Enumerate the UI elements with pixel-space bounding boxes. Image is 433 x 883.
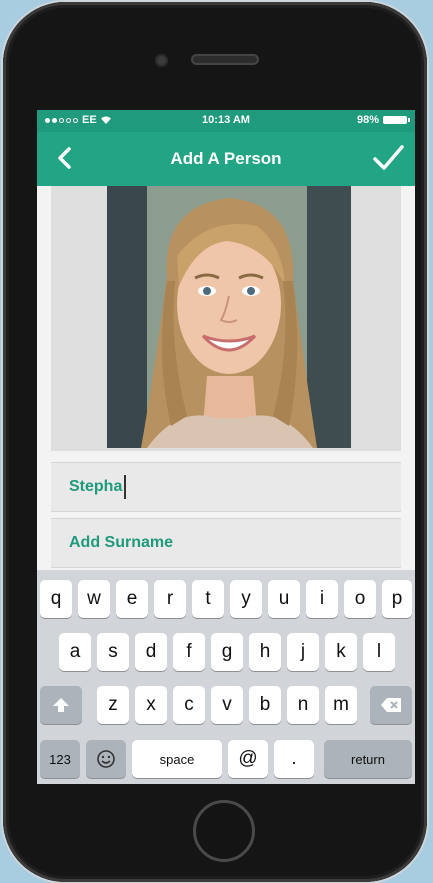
at-key[interactable]: @ bbox=[228, 740, 268, 778]
battery-percent: 98% bbox=[356, 114, 379, 126]
key-o[interactable]: o bbox=[344, 580, 376, 618]
key-y[interactable]: y bbox=[230, 580, 262, 618]
checkmark-icon[interactable] bbox=[371, 142, 405, 174]
key-k[interactable]: k bbox=[325, 633, 357, 671]
key-d[interactable]: d bbox=[135, 633, 167, 671]
key-m[interactable]: m bbox=[325, 686, 357, 724]
phone-device: EE 10:13 AM 98% Add A Person Stepha Add … bbox=[3, 2, 427, 882]
key-f[interactable]: f bbox=[173, 633, 205, 671]
emoji-key[interactable] bbox=[86, 740, 126, 778]
first-name-value: Stepha bbox=[69, 478, 123, 495]
status-right: 98% bbox=[356, 114, 410, 126]
key-n[interactable]: n bbox=[287, 686, 319, 724]
key-r[interactable]: r bbox=[154, 580, 186, 618]
key-e[interactable]: e bbox=[116, 580, 148, 618]
home-button[interactable] bbox=[193, 800, 255, 862]
period-key[interactable]: . bbox=[274, 740, 314, 778]
photo-container bbox=[51, 186, 401, 451]
key-z[interactable]: z bbox=[97, 686, 129, 724]
key-p[interactable]: p bbox=[382, 580, 412, 618]
key-g[interactable]: g bbox=[211, 633, 243, 671]
emoji-smiley-icon bbox=[97, 750, 115, 768]
text-cursor bbox=[124, 475, 127, 499]
key-v[interactable]: v bbox=[211, 686, 243, 724]
key-w[interactable]: w bbox=[78, 580, 110, 618]
key-i[interactable]: i bbox=[306, 580, 338, 618]
navigation-bar: Add A Person bbox=[37, 132, 415, 186]
person-portrait-illustration bbox=[107, 186, 351, 448]
backspace-key[interactable] bbox=[370, 686, 412, 724]
return-key[interactable]: return bbox=[324, 740, 412, 778]
key-u[interactable]: u bbox=[268, 580, 300, 618]
shift-key[interactable] bbox=[40, 686, 82, 724]
surname-field[interactable]: Add Surname bbox=[51, 518, 401, 568]
person-photo[interactable] bbox=[107, 186, 351, 448]
key-t[interactable]: t bbox=[192, 580, 224, 618]
key-l[interactable]: l bbox=[363, 633, 395, 671]
key-a[interactable]: a bbox=[59, 633, 91, 671]
key-q[interactable]: q bbox=[40, 580, 72, 618]
backspace-icon bbox=[381, 698, 401, 712]
numbers-key[interactable]: 123 bbox=[40, 740, 80, 778]
surname-placeholder: Add Surname bbox=[69, 534, 174, 551]
page-title: Add A Person bbox=[170, 149, 282, 168]
phone-screen: EE 10:13 AM 98% Add A Person Stepha Add … bbox=[37, 110, 415, 784]
shift-arrow-icon bbox=[53, 698, 69, 712]
onscreen-keyboard: q w e r t y u i o p a s d f g h j k l z … bbox=[37, 570, 415, 784]
key-c[interactable]: c bbox=[173, 686, 205, 724]
key-s[interactable]: s bbox=[97, 633, 129, 671]
key-b[interactable]: b bbox=[249, 686, 281, 724]
first-name-field[interactable]: Stepha bbox=[51, 462, 401, 512]
status-bar: EE 10:13 AM 98% bbox=[37, 110, 415, 132]
earpiece-speaker bbox=[191, 54, 259, 65]
space-key[interactable]: space bbox=[132, 740, 222, 778]
front-camera bbox=[155, 54, 168, 67]
key-h[interactable]: h bbox=[249, 633, 281, 671]
key-j[interactable]: j bbox=[287, 633, 319, 671]
battery-icon bbox=[383, 116, 410, 124]
key-x[interactable]: x bbox=[135, 686, 167, 724]
